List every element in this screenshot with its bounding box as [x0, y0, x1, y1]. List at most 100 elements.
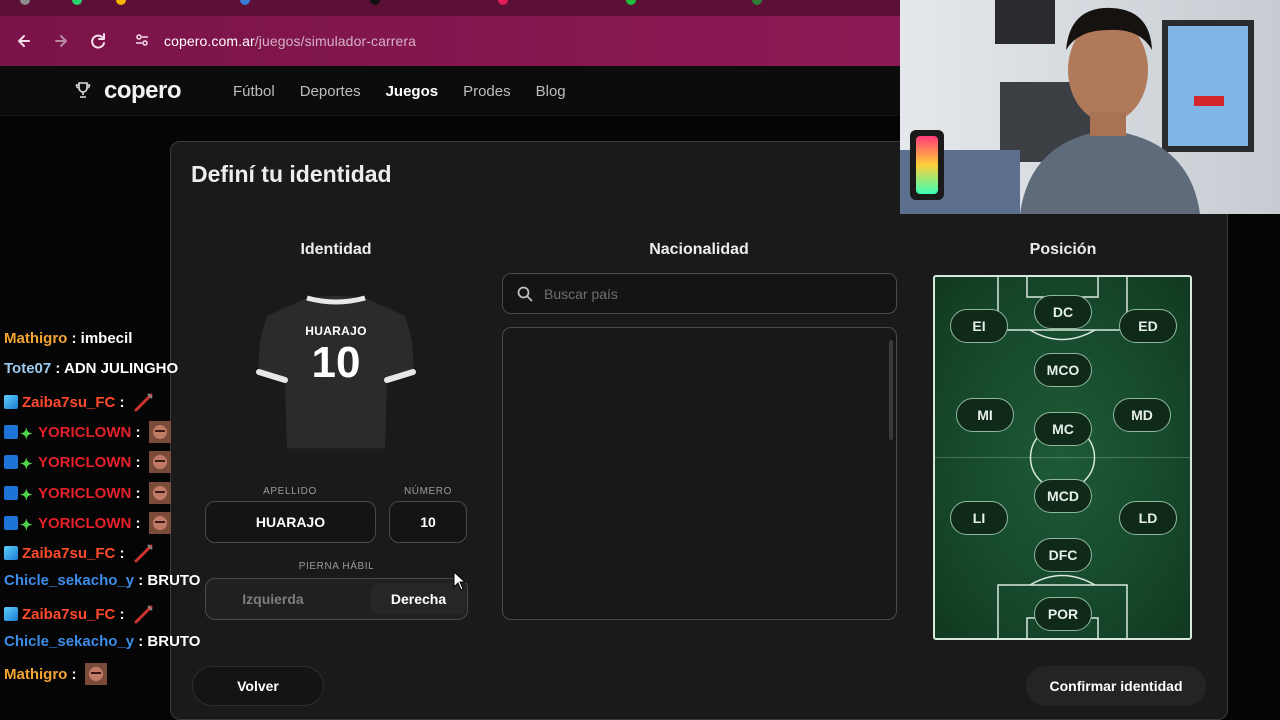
position-mi[interactable]: MI: [956, 398, 1014, 432]
number-input[interactable]: 10: [389, 501, 467, 543]
chat-message: ✦ YORICLOWN :: [4, 481, 171, 504]
chat-message: Zaiba7su_FC :: [4, 542, 155, 564]
emote-icon: [148, 451, 171, 474]
chat-username[interactable]: Chicle_sekacho_y: [4, 572, 134, 589]
nav-deportes[interactable]: Deportes: [300, 83, 361, 100]
site-settings-icon[interactable]: [134, 32, 150, 48]
identity-heading: Identidad: [300, 241, 372, 258]
emote-icon: [133, 391, 155, 413]
trophy-icon[interactable]: [74, 81, 92, 99]
number-label: NÚMERO: [403, 486, 453, 497]
nav-blog[interactable]: Blog: [536, 83, 566, 100]
position-ed[interactable]: ED: [1119, 309, 1177, 343]
chat-username[interactable]: Zaiba7su_FC: [22, 606, 115, 623]
list-scrollbar[interactable]: [889, 340, 893, 440]
chat-message: Tote07 : ADN JULINGHO: [4, 360, 178, 382]
moderator-badge-icon: [4, 515, 18, 530]
url-host: copero.com.ar: [164, 33, 255, 49]
moderator-badge-icon: [4, 424, 18, 439]
browser-tab[interactable]: [498, 0, 513, 8]
chat-separator: :: [67, 666, 81, 684]
nav-futbol[interactable]: Fútbol: [233, 83, 275, 100]
cube-badge-icon: [4, 394, 18, 409]
cube-badge-icon: [4, 546, 18, 561]
chat-message: Mathigro : imbecil: [4, 330, 132, 352]
chat-separator: :: [51, 360, 65, 378]
browser-tab[interactable]: [116, 0, 131, 8]
chat-username[interactable]: Zaiba7su_FC: [22, 394, 115, 411]
emote-icon: [84, 663, 107, 686]
url-path: /juegos/simulador-carrera: [254, 33, 417, 49]
identity-card: Definí tu identidad Identidad HUARAJO 10…: [170, 141, 1228, 720]
chat-separator: :: [115, 605, 129, 623]
emote-icon: [148, 481, 171, 504]
browser-tab[interactable]: [370, 0, 385, 8]
browser-tab[interactable]: [20, 0, 35, 8]
site-header: copero Fútbol Deportes Juegos Prodes Blo…: [0, 66, 900, 116]
jersey-preview: HUARAJO 10: [255, 294, 417, 454]
confirm-identity-button[interactable]: Confirmar identidad: [1026, 666, 1206, 706]
chat-text: imbecil: [80, 330, 133, 347]
nav-prodes[interactable]: Prodes: [463, 83, 511, 100]
position-li[interactable]: LI: [950, 501, 1008, 535]
chat-message: Zaiba7su_FC :: [4, 603, 155, 625]
browser-tab[interactable]: [72, 0, 87, 8]
browser-tabstrip: [0, 0, 900, 16]
webcam-overlay: [900, 0, 1280, 214]
foot-right-option[interactable]: Derecha: [371, 583, 466, 615]
chat-username[interactable]: Tote07: [4, 360, 51, 377]
chat-separator: :: [131, 484, 145, 502]
nav-juegos[interactable]: Juegos: [386, 83, 439, 100]
position-por[interactable]: POR: [1034, 597, 1092, 631]
position-ei[interactable]: EI: [950, 309, 1008, 343]
chat-username[interactable]: Mathigro: [4, 330, 67, 347]
streamer-webcam-image: [900, 0, 1280, 214]
back-button[interactable]: Volver: [192, 666, 324, 706]
chat-text: BRUTO: [147, 633, 201, 650]
sparkle-badge-icon: ✦: [20, 425, 33, 443]
position-dfc[interactable]: DFC: [1034, 538, 1092, 572]
forward-arrow-icon[interactable]: [50, 30, 72, 52]
position-mco[interactable]: MCO: [1034, 353, 1092, 387]
jersey-number: 10: [311, 338, 361, 387]
moderator-badge-icon: [4, 455, 18, 470]
chat-username[interactable]: YORICLOWN: [38, 424, 131, 441]
jersey-name: HUARAJO: [305, 324, 367, 338]
browser-tab[interactable]: [626, 0, 641, 8]
chat-message: ✦ YORICLOWN :: [4, 451, 171, 474]
chat-separator: :: [131, 454, 145, 472]
emote-icon: [148, 511, 171, 534]
position-dc[interactable]: DC: [1034, 295, 1092, 329]
chat-username[interactable]: YORICLOWN: [38, 485, 131, 502]
browser-tab[interactable]: [752, 0, 767, 8]
chat-username[interactable]: Mathigro: [4, 666, 67, 683]
chat-separator: :: [131, 514, 145, 532]
chat-username[interactable]: Zaiba7su_FC: [22, 545, 115, 562]
chat-message: Chicle_sekacho_y : BRUTO: [4, 633, 200, 655]
position-mcd[interactable]: MCD: [1034, 479, 1092, 513]
chat-username[interactable]: YORICLOWN: [38, 454, 131, 471]
position-mc[interactable]: MC: [1034, 412, 1092, 446]
sparkle-badge-icon: ✦: [20, 516, 33, 534]
site-nav: Fútbol Deportes Juegos Prodes Blog: [233, 83, 591, 100]
browser-tab[interactable]: [240, 0, 255, 8]
foot-label: PIERNA HÁBIL: [298, 561, 375, 572]
surname-input[interactable]: HUARAJO: [205, 501, 376, 543]
reload-icon[interactable]: [87, 30, 109, 52]
position-ld[interactable]: LD: [1119, 501, 1177, 535]
chat-separator: :: [115, 393, 129, 411]
mouse-cursor-icon: [453, 571, 467, 591]
address-bar[interactable]: copero.com.ar/juegos/simulador-carrera: [164, 33, 416, 49]
back-arrow-icon[interactable]: [13, 30, 35, 52]
foot-toggle: Izquierda Derecha: [205, 578, 468, 620]
country-search[interactable]: Buscar país: [502, 273, 897, 314]
foot-left-option[interactable]: Izquierda: [210, 583, 336, 615]
site-logo[interactable]: copero: [104, 77, 182, 105]
chat-username[interactable]: Chicle_sekacho_y: [4, 633, 134, 650]
position-md[interactable]: MD: [1113, 398, 1171, 432]
chat-username[interactable]: YORICLOWN: [38, 515, 131, 532]
chat-separator: :: [134, 633, 148, 650]
screen: copero.com.ar/juegos/simulador-carrera c…: [0, 0, 1280, 720]
surname-label: APELLIDO: [263, 486, 317, 497]
country-list[interactable]: [502, 327, 897, 620]
